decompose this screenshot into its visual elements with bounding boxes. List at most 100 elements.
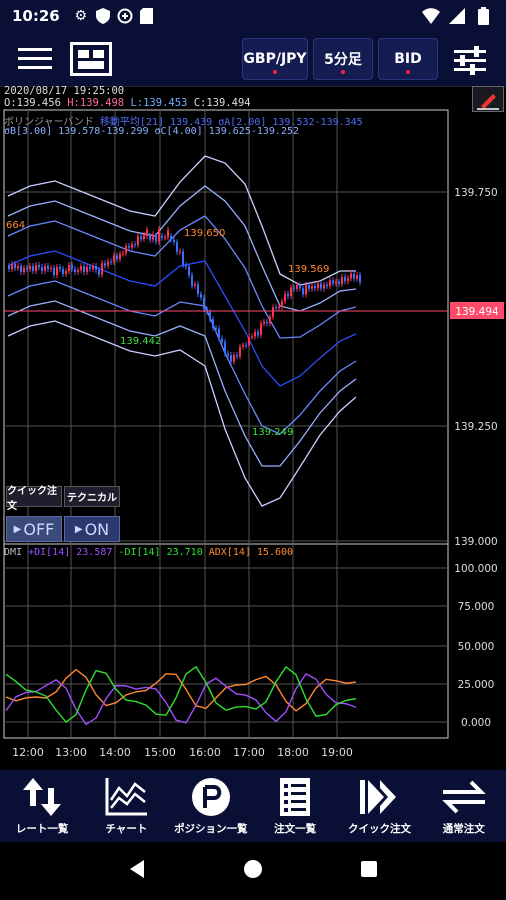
- dmi-minus-di: -DI[14] 23.710: [118, 547, 203, 558]
- candle-body: [50, 268, 52, 269]
- price-axis-label: 139.750: [454, 187, 497, 199]
- chart-ohlc: O:139.456 H:139.498 L:139.453 C:139.494: [4, 97, 251, 109]
- candle-body: [275, 307, 277, 309]
- candle-body: [269, 316, 271, 324]
- chart-canvas[interactable]: 12:00 13:00 14:00 15:00 16:00 17:00 18:00 19:00…: [0, 86, 506, 770]
- candle-body: [215, 328, 217, 329]
- technical-state: ON: [84, 519, 110, 539]
- nav-quick-order-label: クイック注文: [347, 823, 411, 835]
- settings-sliders-icon[interactable]: [452, 44, 488, 76]
- candle-body: [251, 336, 253, 338]
- candle-body: [68, 265, 70, 271]
- candle-body: [224, 341, 226, 354]
- candle-body: [260, 323, 262, 336]
- timeframe-label: 5分足: [324, 52, 362, 68]
- current-price-label: 139.494: [455, 306, 499, 318]
- price-axis-label: 139.000: [454, 536, 497, 548]
- currency-pair-button[interactable]: GBP/JPY: [242, 38, 308, 80]
- candle-body: [71, 265, 73, 269]
- technical-toggle[interactable]: ▶ ON: [64, 516, 120, 542]
- nav-rate-list[interactable]: レート一覧: [0, 770, 84, 842]
- price-annotation: 664: [6, 220, 25, 231]
- nav-order-list-label: 注文一覧: [274, 823, 317, 835]
- candle-body: [248, 337, 250, 346]
- candle-body: [209, 311, 211, 320]
- candle-body: [164, 237, 166, 239]
- quick-order-toggle[interactable]: ▶ OFF: [6, 516, 62, 542]
- candle-body: [317, 283, 319, 289]
- signal-icon: [446, 6, 468, 26]
- candle-body: [278, 307, 280, 308]
- candle-body: [344, 277, 346, 282]
- candle-body: [347, 278, 349, 282]
- nav-position-label: ポジション一覧: [174, 823, 248, 835]
- candle-body: [80, 266, 82, 270]
- candle-body: [326, 284, 328, 286]
- candle-body: [131, 244, 133, 248]
- candle-body: [200, 294, 202, 298]
- candle-body: [188, 266, 190, 276]
- candle-body: [14, 264, 16, 268]
- layout-grid-icon[interactable]: [70, 42, 112, 76]
- candle-body: [182, 251, 184, 265]
- candle-body: [230, 355, 232, 362]
- quick-order-toggle-label: クイック注文: [6, 486, 62, 512]
- chart-icon: [103, 776, 149, 818]
- nav-normal-order[interactable]: 通常注文: [422, 770, 506, 842]
- time-axis-label: 15:00: [144, 746, 176, 759]
- candle-body: [143, 234, 145, 239]
- candle-body: [146, 229, 148, 236]
- candle-body: [266, 322, 268, 324]
- candle-body: [359, 275, 361, 283]
- candle-body: [8, 266, 10, 269]
- candle-body: [134, 244, 136, 246]
- candle-body: [284, 293, 286, 302]
- candle-body: [257, 331, 259, 336]
- candle-body: [104, 263, 106, 266]
- toolbar: GBP/JPY 5分足 BID: [0, 32, 506, 86]
- dropdown-indicator-icon: [406, 70, 410, 74]
- quick-order-icon: [356, 776, 402, 818]
- menu-icon[interactable]: [18, 44, 52, 74]
- order-list-icon: [272, 776, 318, 818]
- price-type-label: BID: [394, 51, 422, 67]
- candle-body: [152, 234, 154, 240]
- candle-body: [116, 255, 118, 260]
- candle-body: [341, 277, 343, 284]
- chart-area[interactable]: 12:00 13:00 14:00 15:00 16:00 17:00 18:00 19:00…: [0, 85, 506, 770]
- timeframe-button[interactable]: 5分足: [313, 38, 373, 80]
- battery-icon: [472, 6, 494, 26]
- candle-body: [236, 355, 238, 357]
- recents-icon[interactable]: [360, 860, 378, 882]
- candle-body: [107, 261, 109, 266]
- quick-order-state: OFF: [23, 519, 55, 539]
- time-axis-label: 13:00: [55, 746, 87, 759]
- dmi-adx-line: [5, 668, 357, 712]
- candle-body: [158, 229, 160, 242]
- draw-tool-button[interactable]: [472, 86, 504, 112]
- currency-pair-label: GBP/JPY: [243, 51, 307, 67]
- back-icon[interactable]: [128, 859, 146, 883]
- candle-body: [23, 268, 25, 272]
- nav-normal-order-label: 通常注文: [442, 823, 485, 835]
- candle-body: [239, 346, 241, 357]
- home-icon[interactable]: [243, 859, 263, 883]
- technical-toggle-label: テクニカル: [64, 486, 120, 507]
- candle-body: [47, 266, 49, 269]
- candle-body: [17, 266, 19, 268]
- candle-body: [272, 307, 274, 317]
- nav-order-list[interactable]: 注文一覧: [253, 770, 337, 842]
- bottom-nav: レート一覧 チャート ポジション一覧 注文一覧 クイック注文 通常注文: [0, 770, 506, 842]
- dmi-axis-label: 50.000: [458, 641, 495, 653]
- price-annotation: 139.249: [252, 427, 293, 438]
- candle-body: [161, 236, 163, 238]
- candle-body: [254, 331, 256, 337]
- candle-body: [212, 319, 214, 328]
- nav-quick-order[interactable]: クイック注文: [337, 770, 421, 842]
- nav-chart[interactable]: チャート: [84, 770, 168, 842]
- wifi-icon: [420, 6, 442, 26]
- ohlc-close: C:139.494: [193, 97, 251, 109]
- nav-position[interactable]: ポジション一覧: [169, 770, 253, 842]
- price-type-button[interactable]: BID: [378, 38, 438, 80]
- bollinger-upper-2: [7, 215, 357, 339]
